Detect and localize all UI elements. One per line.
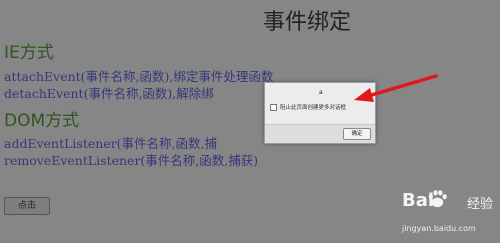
ok-button[interactable]: 确定 bbox=[343, 128, 371, 140]
watermark-url: jingyan.baidu.com bbox=[402, 224, 476, 233]
dom-heading: DOM方式 bbox=[4, 111, 80, 131]
suppress-dialogs-option[interactable]: 阻止此页面创建更多对话框 bbox=[270, 103, 346, 111]
baidu-paw-icon bbox=[428, 190, 447, 208]
dialog-footer: 确定 bbox=[265, 124, 375, 143]
dom-line-remove: removeEventListener(事件名称,函数,捕获) bbox=[4, 153, 259, 168]
click-button[interactable]: 点击 bbox=[4, 197, 50, 215]
suppress-dialogs-checkbox[interactable] bbox=[270, 103, 277, 111]
baidu-watermark: Bai 经验 jingyan.baidu.com bbox=[402, 188, 496, 240]
watermark-jingyan: 经验 bbox=[467, 197, 494, 212]
alert-message: a bbox=[319, 89, 323, 96]
page-title: 事件绑定 bbox=[263, 10, 352, 35]
red-arrow-annotation bbox=[354, 74, 438, 102]
ie-heading: IE方式 bbox=[4, 43, 54, 63]
suppress-dialogs-label: 阻止此页面创建更多对话框 bbox=[280, 105, 347, 111]
ie-line-detach: detachEvent(事件名称,函数),解除绑 bbox=[4, 86, 214, 101]
